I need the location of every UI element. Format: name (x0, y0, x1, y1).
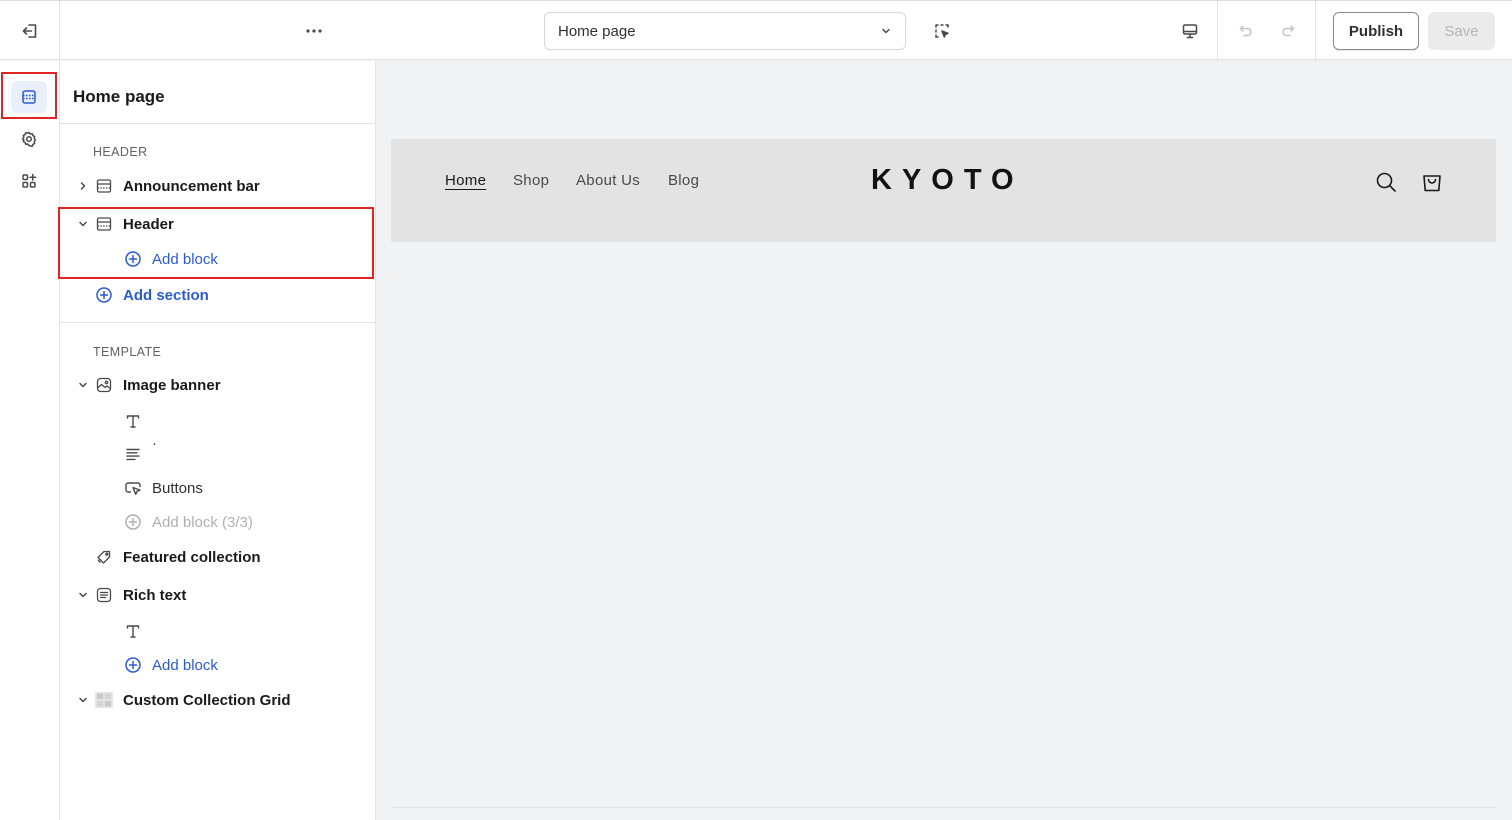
image-banner-buttons-block[interactable]: Buttons (60, 473, 375, 503)
sidebar-divider (60, 123, 375, 124)
text-icon (124, 412, 142, 430)
sidebar-title: Home page (73, 87, 165, 106)
add-section-label: Add section (123, 286, 209, 304)
announcement-bar-label: Announcement bar (123, 177, 260, 195)
more-icon (306, 29, 322, 33)
undo-icon (1239, 25, 1252, 37)
section-featured-collection[interactable]: Featured collection (60, 542, 375, 572)
toolbar-divider (1315, 1, 1316, 61)
announcement-bar-icon (95, 177, 113, 195)
button-cursor-icon (124, 479, 142, 497)
template-group-label: TEMPLATE (93, 345, 162, 359)
app-thumbnail-icon (95, 691, 113, 709)
inspect-icon (935, 24, 949, 38)
sidebar-divider (60, 322, 375, 323)
image-banner-add-block-label: Add block (3/3) (152, 513, 253, 531)
rich-text-add-block[interactable]: Add block (60, 650, 375, 680)
image-banner-add-block: Add block (3/3) (60, 507, 375, 537)
section-image-banner[interactable]: Image banner (60, 370, 375, 400)
section-announcement-bar[interactable]: Announcement bar (60, 171, 375, 201)
chevron-down-icon[interactable] (77, 379, 89, 391)
chevron-down-icon[interactable] (77, 694, 89, 706)
section-rich-text[interactable]: Rich text (60, 580, 375, 610)
paragraph-icon (124, 445, 142, 463)
apps-icon (22, 173, 37, 188)
desktop-preview-button[interactable] (1174, 15, 1206, 47)
more-actions-button[interactable] (294, 15, 334, 47)
desktop-icon (1182, 24, 1198, 39)
plus-circle-icon (95, 286, 113, 304)
store-logo[interactable]: KYOTO (871, 164, 1024, 197)
rail-apps-button[interactable] (11, 165, 47, 197)
preview-divider (391, 807, 1496, 808)
nav-link-shop[interactable]: Shop (513, 172, 549, 189)
sections-sidebar: Home page HEADER Announcement bar Header… (60, 61, 376, 820)
image-icon (95, 376, 113, 394)
nav-link-blog[interactable]: Blog (668, 172, 699, 189)
text-icon (124, 622, 142, 640)
chevron-right-icon[interactable] (77, 180, 89, 192)
exit-button[interactable] (0, 1, 60, 61)
chevron-down-icon[interactable] (77, 589, 89, 601)
cart-icon[interactable] (1420, 170, 1444, 194)
plus-circle-icon (124, 513, 142, 531)
left-rail (0, 61, 60, 820)
image-banner-paragraph-block-label: · (152, 435, 157, 452)
rich-text-text-block[interactable] (60, 616, 375, 646)
rich-text-icon (95, 586, 113, 604)
image-banner-buttons-label: Buttons (152, 479, 203, 497)
page-selector-value: Home page (558, 22, 636, 40)
custom-collection-grid-label: Custom Collection Grid (123, 691, 291, 709)
header-highlight-box (58, 207, 374, 279)
image-banner-paragraph-block[interactable]: · (60, 435, 375, 469)
exit-icon (22, 24, 36, 38)
undo-button[interactable] (1232, 15, 1260, 47)
search-icon[interactable] (1374, 170, 1398, 194)
image-banner-label: Image banner (123, 376, 221, 394)
section-custom-collection-grid[interactable]: Custom Collection Grid (60, 685, 375, 715)
header-group-label: HEADER (93, 145, 148, 159)
page-selector[interactable]: Home page (544, 12, 906, 50)
image-banner-text-block[interactable] (60, 406, 375, 436)
toolbar-divider (1217, 1, 1218, 61)
redo-icon (1282, 25, 1295, 37)
plus-circle-icon (124, 656, 142, 674)
rail-highlight-box (1, 72, 57, 119)
rich-text-label: Rich text (123, 586, 187, 604)
tag-icon (95, 548, 113, 566)
redo-button[interactable] (1274, 15, 1302, 47)
top-bar: Home page Publish Save (0, 0, 1512, 61)
rich-text-add-block-label: Add block (152, 656, 218, 674)
store-preview-header[interactable]: Home Shop About Us Blog KYOTO (391, 139, 1496, 242)
rail-settings-button[interactable] (11, 123, 47, 155)
featured-collection-label: Featured collection (123, 548, 261, 566)
chevron-down-icon (882, 28, 890, 34)
add-section-button[interactable]: Add section (60, 280, 375, 310)
nav-link-about-us[interactable]: About Us (576, 172, 640, 189)
inspect-button[interactable] (926, 15, 958, 47)
gear-icon (21, 131, 37, 148)
nav-link-home[interactable]: Home (445, 172, 486, 189)
publish-button[interactable]: Publish (1333, 12, 1419, 50)
save-button[interactable]: Save (1428, 12, 1495, 50)
